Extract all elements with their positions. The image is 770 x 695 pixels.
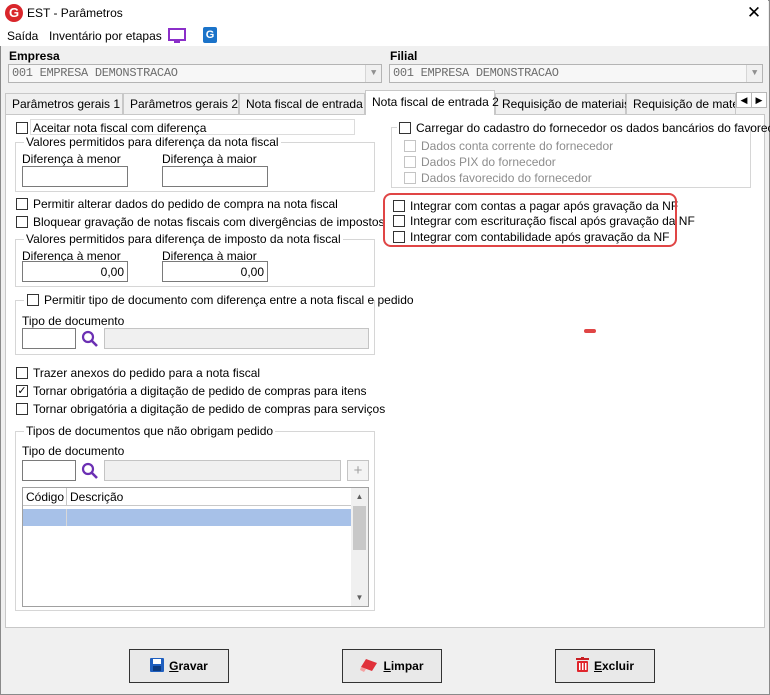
tab-parametros-gerais-2[interactable]: Parâmetros gerais 2 xyxy=(123,93,239,114)
monitor-icon[interactable] xyxy=(168,28,186,44)
tab-nota-fiscal-entrada-2[interactable]: Nota fiscal de entrada 2 xyxy=(365,90,499,115)
bloquear-label: Bloquear gravação de notas fiscais com d… xyxy=(33,215,385,229)
menu-bar: Saída Inventário por etapas G xyxy=(0,26,768,46)
brand-g-icon[interactable]: G xyxy=(203,27,217,43)
empresa-label: Empresa xyxy=(9,49,60,63)
permitir-tipo-label: Permitir tipo de documento com diferença… xyxy=(44,293,414,307)
col-descricao-header[interactable]: Descrição xyxy=(67,488,351,506)
tipo-doc2-input[interactable] xyxy=(22,460,76,481)
obrig-servicos-label: Tornar obrigatória a digitação de pedido… xyxy=(33,402,386,416)
tipos-grid: Código Descrição ▲ ▼ xyxy=(22,487,369,607)
favorecido-label: Dados favorecido do fornecedor xyxy=(421,171,592,185)
excluir-label: xcluir xyxy=(602,659,635,673)
tipo-doc2-label: Tipo de documento xyxy=(22,444,125,458)
scroll-down-icon[interactable]: ▼ xyxy=(351,589,368,606)
permitir-tipo-checkbox[interactable] xyxy=(27,294,39,306)
chevron-down-icon[interactable]: ▼ xyxy=(746,65,762,82)
tipo-doc-label: Tipo de documento xyxy=(22,314,125,328)
trash-icon xyxy=(575,657,589,672)
gravar-button[interactable]: Gravar xyxy=(129,649,229,683)
tab-scroll-right-icon[interactable]: ▶ xyxy=(751,92,767,108)
scroll-up-icon[interactable]: ▲ xyxy=(351,488,368,505)
scroll-thumb[interactable] xyxy=(353,506,366,550)
title-bar: G EST - Parâmetros ✕ xyxy=(0,0,768,26)
bloquear-checkbox[interactable] xyxy=(16,216,28,228)
empresa-select[interactable]: 001 EMPRESA DEMONSTRACAO ▼ xyxy=(8,64,382,83)
filial-label: Filial xyxy=(390,49,418,63)
row-divider xyxy=(66,509,67,526)
limpar-label: impar xyxy=(390,659,424,673)
tipo-doc2-descricao xyxy=(104,460,341,481)
conta-checkbox[interactable] xyxy=(404,140,416,152)
limpar-mnemonic: L xyxy=(383,659,391,673)
dif-menor2-input[interactable]: 0,00 xyxy=(22,261,128,282)
highlight-annotation xyxy=(383,193,677,247)
tab-scroll-left-icon[interactable]: ◀ xyxy=(736,92,752,108)
filial-value: 001 EMPRESA DEMONSTRACAO xyxy=(393,66,559,80)
filial-select[interactable]: 001 EMPRESA DEMONSTRACAO ▼ xyxy=(389,64,763,83)
menu-saida[interactable]: Saída xyxy=(7,29,38,43)
valores-imposto-label: Valores permitidos para diferença de imp… xyxy=(24,232,343,246)
limpar-button[interactable]: Limpar xyxy=(342,649,442,683)
save-icon xyxy=(150,658,165,672)
tipo-doc-descricao xyxy=(104,328,369,349)
window-title: EST - Parâmetros xyxy=(27,6,123,20)
close-button[interactable]: ✕ xyxy=(743,2,765,24)
obrig-servicos-checkbox[interactable] xyxy=(16,403,28,415)
trazer-anexos-checkbox[interactable] xyxy=(16,367,28,379)
search-icon[interactable] xyxy=(81,330,99,348)
dif-menor-label: Diferença à menor xyxy=(22,152,121,166)
dif-maior2-input[interactable]: 0,00 xyxy=(162,261,268,282)
aceitar-checkbox[interactable] xyxy=(16,122,28,134)
gravar-label: ravar xyxy=(178,659,208,673)
dif-maior-input[interactable] xyxy=(162,166,268,187)
dif-maior-label: Diferença à maior xyxy=(162,152,257,166)
valores-nf-label: Valores permitidos para diferença da not… xyxy=(24,135,281,149)
trazer-anexos-label: Trazer anexos do pedido para a nota fisc… xyxy=(33,366,261,380)
eraser-icon xyxy=(360,659,378,672)
table-row[interactable] xyxy=(23,509,351,526)
tab-parametros-gerais-1[interactable]: Parâmetros gerais 1 xyxy=(5,93,123,114)
menu-inventario[interactable]: Inventário por etapas xyxy=(49,29,162,43)
grid-scrollbar[interactable]: ▲ ▼ xyxy=(351,488,368,606)
empresa-value: 001 EMPRESA DEMONSTRACAO xyxy=(12,66,178,80)
obrig-itens-checkbox[interactable]: ✓ xyxy=(16,385,28,397)
app-logo-icon: G xyxy=(5,4,23,22)
carregar-checkbox[interactable] xyxy=(399,122,411,134)
favorecido-checkbox[interactable] xyxy=(404,172,416,184)
col-codigo-header[interactable]: Código xyxy=(23,488,67,506)
obrig-itens-label: Tornar obrigatória a digitação de pedido… xyxy=(33,384,367,398)
excluir-mnemonic: E xyxy=(593,659,602,673)
chevron-down-icon[interactable]: ▼ xyxy=(365,65,381,82)
pix-label: Dados PIX do fornecedor xyxy=(421,155,556,169)
tipos-nao-obrigam-label: Tipos de documentos que não obrigam pedi… xyxy=(24,424,276,438)
tab-requisicao-materiais-2[interactable]: Requisição de materi xyxy=(626,93,736,114)
aceitar-label: Aceitar nota fiscal com diferença xyxy=(33,121,207,135)
add-icon[interactable]: + xyxy=(347,460,369,481)
search-icon[interactable] xyxy=(81,462,99,480)
permitir-alterar-checkbox[interactable] xyxy=(16,198,28,210)
permitir-alterar-label: Permitir alterar dados do pedido de comp… xyxy=(33,197,338,211)
tipo-doc-input[interactable] xyxy=(22,328,76,349)
conta-label: Dados conta corrente do fornecedor xyxy=(421,139,614,153)
red-mark xyxy=(584,329,596,333)
carregar-label: Carregar do cadastro do fornecedor os da… xyxy=(416,121,770,135)
tab-nota-fiscal-entrada[interactable]: Nota fiscal de entrada xyxy=(239,93,365,114)
pix-checkbox[interactable] xyxy=(404,156,416,168)
excluir-button[interactable]: Excluir xyxy=(555,649,655,683)
tab-requisicao-materiais[interactable]: Requisição de materiais xyxy=(495,93,630,114)
dif-menor-input[interactable] xyxy=(22,166,128,187)
